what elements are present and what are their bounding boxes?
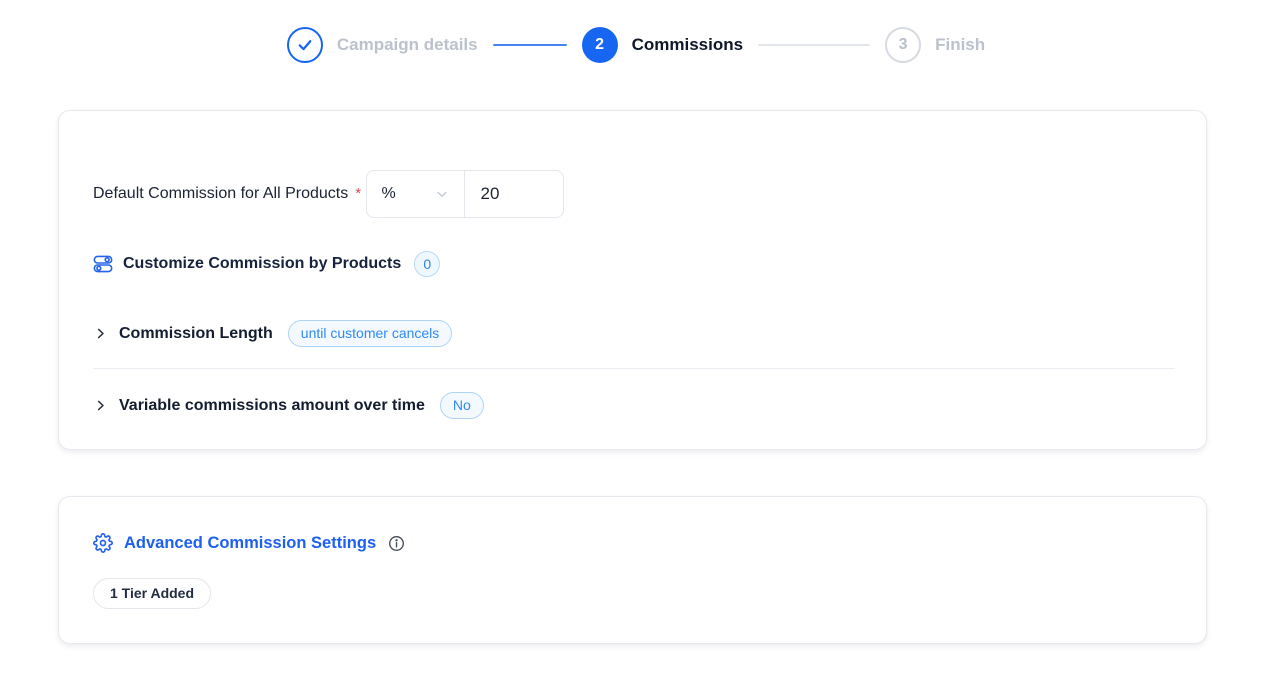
step-commissions[interactable]: 2 Commissions [582,27,743,63]
commission-unit-value: % [382,185,396,203]
advanced-settings-title: Advanced Commission Settings [124,534,376,553]
commission-length-badge: until customer cancels [288,320,453,347]
check-icon [296,36,314,54]
sliders-icon [93,254,113,274]
tier-added-chip[interactable]: 1 Tier Added [93,578,211,609]
step-campaign-details[interactable]: Campaign details [287,27,478,63]
step-finish[interactable]: 3 Finish [885,27,985,63]
step-commissions-label: Commissions [632,35,743,55]
required-marker: * [355,185,361,202]
customize-commission-label: Customize Commission by Products [123,255,401,273]
chevron-down-icon [434,186,450,202]
step-campaign-details-label: Campaign details [337,35,478,55]
step-commissions-number: 2 [595,36,604,54]
step-finish-circle: 3 [885,27,921,63]
step-campaign-details-circle [287,27,323,63]
variable-commissions-label: Variable commissions amount over time [119,397,425,415]
stepper-connector-2 [758,44,870,46]
default-commission-field: Default Commission for All Products * % [93,155,1175,218]
stepper-connector-1 [493,44,567,46]
variable-commissions-badge: No [440,392,484,419]
advanced-settings-link[interactable]: Advanced Commission Settings [93,533,1175,553]
chevron-right-icon [93,398,108,413]
commission-input-group: % [366,170,564,218]
default-commission-label: Default Commission for All Products [93,185,348,202]
customize-commission-link[interactable]: Customize Commission by Products 0 [93,251,1175,277]
commission-unit-select[interactable]: % [367,171,465,217]
commission-amount-input[interactable] [465,171,563,217]
customize-count-badge: 0 [414,251,440,277]
gear-icon [93,533,113,553]
commissions-card: Default Commission for All Products * % C… [58,110,1207,450]
info-icon[interactable] [387,535,405,552]
card-divider [93,368,1175,369]
step-finish-label: Finish [935,35,985,55]
step-commissions-circle: 2 [582,27,618,63]
advanced-settings-card: Advanced Commission Settings 1 Tier Adde… [58,496,1207,644]
wizard-stepper: Campaign details 2 Commissions 3 Finish [0,0,1272,63]
commission-length-row[interactable]: Commission Length until customer cancels [93,320,1175,347]
variable-commissions-row[interactable]: Variable commissions amount over time No [93,392,1175,419]
commission-length-label: Commission Length [119,325,273,343]
chevron-right-icon [93,326,108,341]
step-finish-number: 3 [899,36,908,54]
